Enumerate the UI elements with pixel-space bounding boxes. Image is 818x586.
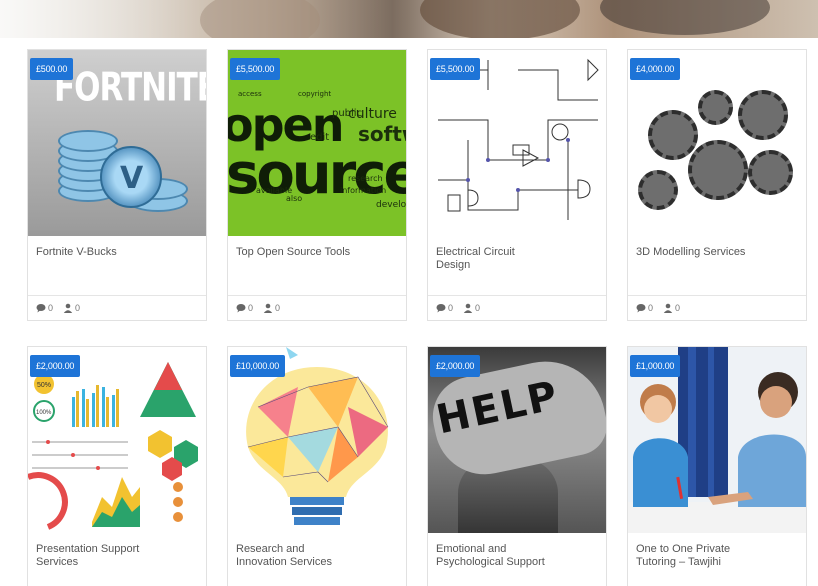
user-count: 0 [675,303,681,313]
card-thumbnail[interactable]: £1,000.00 [628,347,806,533]
user-icon [463,303,473,313]
infographic-label: 100% [36,410,52,416]
card-thumbnail[interactable]: 50% 100% £2,000.00 [28,347,206,533]
comment-icon [36,304,46,313]
wordcloud-word: research [348,174,383,183]
price-badge: £500.00 [30,58,74,80]
wordcloud-word: edit [310,132,330,143]
comment-count: 0 [248,303,254,313]
wordcloud-word: development [376,200,406,210]
service-card-research[interactable]: £10,000.00 Research and Innovation Servi… [227,346,407,586]
wordcloud-word: software [358,122,406,146]
hero-banner-image [0,0,818,38]
infographic-label: 50% [37,382,51,389]
user-icon [63,303,73,313]
card-title[interactable]: Presentation Support Services [28,533,206,586]
card-meta: 0 0 [28,296,206,320]
fortnite-logo-text: FORTNITE [54,65,206,111]
wordcloud-word: also [286,194,303,203]
comment-icon [236,304,246,313]
service-card-fortnite[interactable]: FORTNITE V £500.00 Fortnite V-Bucks 0 0 [27,49,207,321]
price-badge: £2,000.00 [30,355,81,377]
service-card-presentation[interactable]: 50% 100% £2,000.00 Presentation Support … [27,346,207,586]
card-title[interactable]: Top Open Source Tools [228,236,406,296]
service-card-electrical-circuit[interactable]: £5,500.00 Electrical Circuit Design 0 0 [427,49,607,321]
card-thumbnail[interactable]: FORTNITE V £500.00 [28,50,206,236]
comment-count: 0 [448,303,454,313]
wordcloud-word: copyright [298,90,332,98]
card-meta: 0 0 [428,296,606,320]
card-thumbnail[interactable]: £10,000.00 [228,347,406,533]
card-title[interactable]: Electrical Circuit Design [428,236,606,296]
card-thumbnail[interactable]: open source culture software public edit… [228,50,406,236]
service-card-emotional-support[interactable]: HELP £2,000.00 Emotional and Psychologic… [427,346,607,586]
service-card-tutoring[interactable]: £1,000.00 One to One Private Tutoring – … [627,346,807,586]
comment-count: 0 [648,303,654,313]
card-title[interactable]: Fortnite V-Bucks [28,236,206,296]
price-badge: £10,000.00 [230,355,286,377]
user-count: 0 [275,303,281,313]
comment-icon [436,304,446,313]
card-title[interactable]: 3D Modelling Services [628,236,806,296]
wordcloud-word: access [238,90,262,98]
card-thumbnail[interactable]: HELP £2,000.00 [428,347,606,533]
card-title[interactable]: Research and Innovation Services [228,533,406,586]
price-badge: £2,000.00 [430,355,481,377]
user-icon [263,303,273,313]
user-count: 0 [475,303,481,313]
card-thumbnail[interactable]: £5,500.00 [428,50,606,236]
price-badge: £1,000.00 [630,355,681,377]
card-thumbnail[interactable]: £4,000.00 [628,50,806,236]
service-card-open-source[interactable]: open source culture software public edit… [227,49,407,321]
user-count: 0 [75,303,81,313]
price-badge: £5,500.00 [430,58,481,80]
user-icon [663,303,673,313]
card-title[interactable]: One to One Private Tutoring – Tawjihi [628,533,806,586]
price-badge: £5,500.00 [230,58,281,80]
card-title[interactable]: Emotional and Psychological Support [428,533,606,586]
wordcloud-word: information [340,186,387,195]
price-badge: £4,000.00 [630,58,681,80]
card-meta: 0 0 [228,296,406,320]
service-card-3d-modelling[interactable]: £4,000.00 3D Modelling Services 0 0 [627,49,807,321]
comment-icon [636,304,646,313]
wordcloud-word: public [332,108,363,119]
comment-count: 0 [48,303,54,313]
card-meta: 0 0 [628,296,806,320]
